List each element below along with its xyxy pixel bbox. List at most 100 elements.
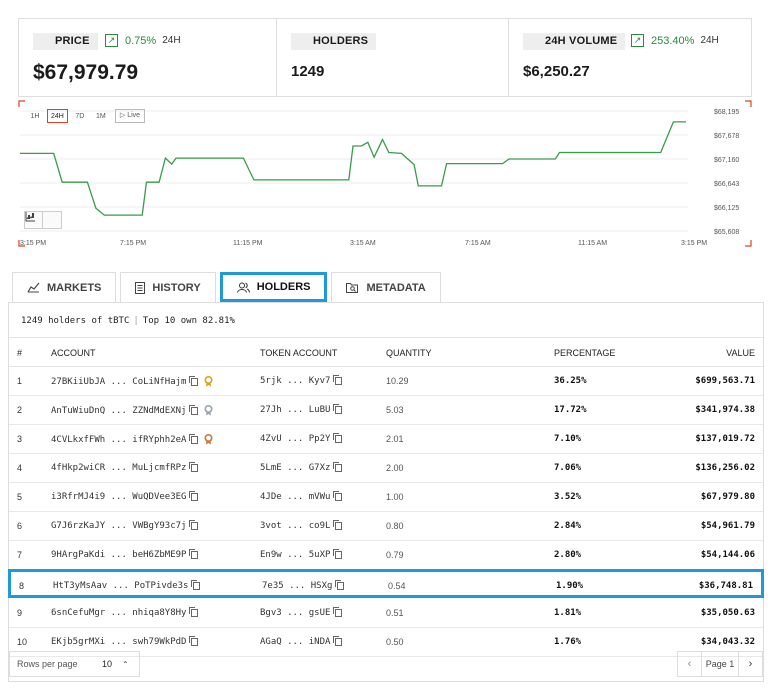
copy-icon[interactable] [333, 462, 343, 472]
account-address[interactable]: G7J6rzKaJY ... VWBgY93c7j [51, 521, 186, 531]
pagination: ‹ Page 1 › [677, 651, 763, 677]
medal-silver-icon [204, 405, 213, 416]
price-change-pct: 0.75% [125, 34, 157, 47]
tab-holders[interactable]: HOLDERS [219, 272, 328, 302]
cell-rank: 2 [17, 405, 23, 415]
copy-icon[interactable] [189, 491, 199, 501]
price-change: ↗ 0.75% 24H [105, 34, 181, 47]
copy-icon[interactable] [333, 549, 343, 559]
price-label: PRICE [33, 33, 98, 50]
chevron-right-icon: › [748, 658, 753, 670]
chart-tools [24, 211, 62, 229]
copy-icon[interactable] [189, 549, 199, 559]
token-account-address[interactable]: 27Jh ... LuBU [260, 405, 330, 415]
copy-icon[interactable] [333, 375, 343, 385]
cell-quantity: 0.79 [386, 550, 404, 560]
copy-icon[interactable] [333, 433, 343, 443]
copy-icon[interactable] [335, 580, 345, 590]
copy-icon[interactable] [189, 404, 199, 415]
cell-account: HtT3yMsAav ... PoTPivde3s [53, 580, 201, 591]
tab-history[interactable]: HISTORY [120, 272, 216, 302]
token-account-address[interactable]: 3vot ... co9L [260, 521, 330, 531]
copy-icon[interactable] [189, 433, 199, 444]
table-row[interactable]: 2 AnTuWiuDnQ ... ZZNdMdEXNj 27Jh ... LuBU 5… [9, 396, 763, 425]
rows-per-page-label: Rows per page [17, 659, 78, 669]
next-page-button[interactable]: › [738, 652, 762, 676]
folder-search-icon [346, 283, 359, 293]
rows-per-page-select[interactable]: Rows per page 10 ⌃ [9, 651, 140, 677]
live-button[interactable]: ▷ Live [114, 109, 146, 123]
cell-rank: 3 [17, 434, 23, 444]
table-row[interactable]: 4 4fHkp2wiCR ... MuLjcmfRPz 5LmE ... G7Xz 2… [9, 454, 763, 483]
x-tick-label: 7:15 PM [120, 240, 146, 247]
copy-icon[interactable] [333, 520, 343, 530]
token-account-address[interactable]: 4JDe ... mVWu [260, 492, 330, 502]
table-row[interactable]: 6 G7J6rzKaJY ... VWBgY93c7j 3vot ... co9L 0… [9, 512, 763, 541]
cell-token-account: En9w ... 5uXP [260, 549, 343, 560]
cell-quantity: 5.03 [386, 405, 404, 415]
price-change-period: 24H [162, 35, 181, 46]
prev-page-button[interactable]: ‹ [678, 652, 702, 676]
play-icon: ▷ [119, 112, 126, 119]
copy-icon[interactable] [333, 636, 343, 646]
tab-metadata[interactable]: METADATA [331, 272, 441, 302]
copy-icon[interactable] [333, 404, 343, 414]
candlestick-chart-toggle[interactable] [25, 212, 61, 228]
y-tick-label: $68,195 [714, 109, 739, 116]
account-address[interactable]: 6snCefuMgr ... nhiqa8Y8Hy [51, 608, 186, 618]
account-address[interactable]: 27BKiiUbJA ... CoLiNfHajm [51, 377, 186, 387]
token-account-address[interactable]: AGaQ ... iNDA [260, 637, 330, 647]
cell-token-account: 5rjk ... Kyv7 [260, 375, 343, 386]
account-address[interactable]: HtT3yMsAav ... PoTPivde3s [53, 581, 188, 591]
cell-value: $36,748.81 [698, 581, 753, 591]
copy-icon[interactable] [189, 375, 199, 386]
volume-stat: 24H VOLUME ↗ 253.40% 24H $6,250.27 [509, 19, 751, 96]
arrow-up-right-icon: ↗ [631, 34, 644, 47]
token-account-address[interactable]: 5LmE ... G7Xz [260, 463, 330, 473]
token-account-address[interactable]: 7e35 ... HSXg [262, 581, 332, 591]
y-tick-label: $65,608 [714, 229, 739, 236]
copy-icon[interactable] [189, 462, 199, 472]
cell-percentage: 36.25% [554, 376, 587, 386]
token-account-address[interactable]: Bgv3 ... gsUE [260, 608, 330, 618]
table-header: # ACCOUNT TOKEN ACCOUNT QUANTITY PERCENT… [9, 337, 763, 367]
token-account-address[interactable]: 4ZvU ... Pp2Y [260, 434, 330, 444]
range-button-7d[interactable]: 7D [71, 109, 89, 123]
cell-percentage: 1.81% [554, 608, 582, 618]
range-button-1h[interactable]: 1H [26, 109, 44, 123]
copy-icon[interactable] [333, 491, 343, 501]
account-address[interactable]: 9HArgPaKdi ... beH6ZbME9P [51, 550, 186, 560]
range-button-24h[interactable]: 24H [47, 109, 68, 123]
y-tick-label: $67,160 [714, 157, 739, 164]
account-address[interactable]: 4fHkp2wiCR ... MuLjcmfRPz [51, 463, 186, 473]
token-account-address[interactable]: 5rjk ... Kyv7 [260, 376, 330, 386]
account-address[interactable]: EKjb5grMXi ... swh79WkPdD [51, 637, 186, 647]
range-button-1m[interactable]: 1M [92, 109, 110, 123]
price-chart[interactable]: $68,195 $67,678 $67,160 $66,643 $66,125 $65,6… [18, 100, 752, 250]
cell-value: $699,563.71 [695, 376, 755, 386]
table-row[interactable]: 5 i3RfrMJ4i9 ... WuQDVee3EG 4JDe ... mVWu 1… [9, 483, 763, 512]
tab-markets[interactable]: MARKETS [12, 272, 117, 302]
cell-value: $54,961.79 [700, 521, 755, 531]
account-address[interactable]: 4CVLkxfFWh ... ifRYphh2eA [51, 435, 186, 445]
token-account-address[interactable]: En9w ... 5uXP [260, 550, 330, 560]
table-row[interactable]: 9 6snCefuMgr ... nhiqa8Y8Hy Bgv3 ... gsUE 0… [9, 599, 763, 628]
copy-icon[interactable] [189, 520, 199, 530]
cell-quantity: 0.50 [386, 637, 404, 647]
account-address[interactable]: i3RfrMJ4i9 ... WuQDVee3EG [51, 492, 186, 502]
x-tick-label: 3:15 AM [350, 240, 376, 247]
account-address[interactable]: AnTuWiuDnQ ... ZZNdMdEXNj [51, 406, 186, 416]
table-row[interactable]: 1 27BKiiUbJA ... CoLiNfHajm 5rjk ... Kyv7 1… [9, 367, 763, 396]
copy-icon[interactable] [189, 636, 199, 646]
cell-quantity: 2.00 [386, 463, 404, 473]
copy-icon[interactable] [189, 607, 199, 617]
cell-account: G7J6rzKaJY ... VWBgY93c7j [51, 520, 199, 531]
table-row[interactable]: 3 4CVLkxfFWh ... ifRYphh2eA 4ZvU ... Pp2Y 2… [9, 425, 763, 454]
cell-account: AnTuWiuDnQ ... ZZNdMdEXNj [51, 404, 213, 416]
copy-icon[interactable] [191, 580, 201, 590]
users-icon [236, 282, 250, 293]
copy-icon[interactable] [333, 607, 343, 617]
table-row[interactable]: 7 9HArgPaKdi ... beH6ZbME9P En9w ... 5uXP 0… [9, 541, 763, 570]
table-row-selected[interactable]: 8 HtT3yMsAav ... PoTPivde3s 7e35 ... HSXg 0… [8, 569, 764, 598]
holders-summary: 1249 holders of tBTC | Top 10 own 82.81% [21, 316, 235, 326]
